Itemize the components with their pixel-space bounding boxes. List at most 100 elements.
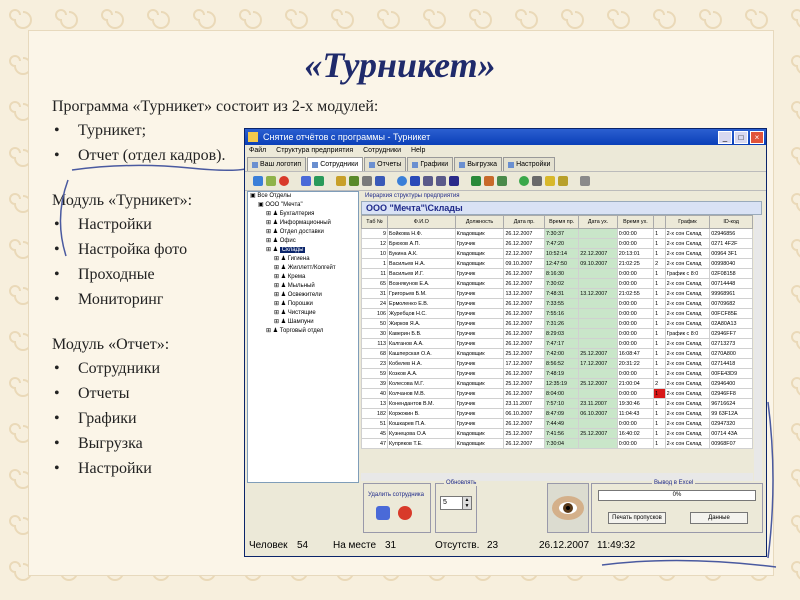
tab-export[interactable]: Выгрузка bbox=[454, 157, 503, 171]
maximize-button[interactable]: □ bbox=[734, 131, 748, 144]
refresh-stepper[interactable]: ▲ ▼ bbox=[462, 496, 472, 510]
tab-reports[interactable]: Отчеты bbox=[364, 157, 407, 171]
table-cell: 24 bbox=[361, 298, 388, 309]
tree-node[interactable]: ⊞ ♟ Информационный bbox=[248, 219, 358, 228]
menu-employees[interactable]: Сотрудники bbox=[363, 147, 401, 154]
add-dept-icon[interactable] bbox=[253, 176, 263, 186]
tree-node[interactable]: ▣ Все Отделы bbox=[248, 192, 358, 201]
table-cell: 0271 4F2F bbox=[709, 238, 753, 249]
column-header[interactable]: Время ух. bbox=[616, 215, 655, 229]
table-cell: Кладовщик bbox=[454, 378, 505, 389]
table-row[interactable]: 106 Журебцов Н.С. Грузчик 26.12.2007 7:55:16… bbox=[361, 308, 753, 319]
print-icon[interactable] bbox=[362, 176, 372, 186]
text-icon[interactable] bbox=[423, 176, 433, 186]
tree-node[interactable]: ⊞ ♟ Мыльный bbox=[248, 282, 358, 291]
calc-icon[interactable] bbox=[349, 176, 359, 186]
table-row[interactable]: 40 Колчанов М.В. Грузчик 26.12.2007 8:04:00 0… bbox=[361, 388, 753, 399]
export-icon[interactable] bbox=[484, 176, 494, 186]
table-row[interactable]: 65 Вознякунов Е.А. Кладовщик 26.12.2007 7:30… bbox=[361, 278, 753, 289]
tree-node[interactable]: ⊞ ♟ Жиллетт/Колгейт bbox=[248, 264, 358, 273]
table-row[interactable]: 182 Коржокин В. Грузчик 06.10.2007 8:47:09 06… bbox=[361, 408, 753, 419]
print-passes-button[interactable]: Печать пропусков bbox=[608, 512, 666, 524]
exit-icon[interactable] bbox=[580, 176, 590, 186]
table-row[interactable]: 1 Васильев Н.А. Кладовщик 09.10.2007 12:47:5… bbox=[361, 258, 753, 269]
table-row[interactable]: 31 Григорьев Б.М. Грузчик 13.12.2007 7:48:31… bbox=[361, 288, 753, 299]
table-cell: 2-х сон Склад bbox=[664, 288, 711, 299]
table-cell: Козков А.А. bbox=[386, 368, 456, 379]
table-row[interactable]: 9 Бойкова Н.Ф. Кладовщик 26.12.2007 7:30:37 0… bbox=[361, 228, 753, 239]
table-row[interactable]: 12 Брюхов А.П. Грузчик 26.12.2007 7:47:20 0:0… bbox=[361, 238, 753, 249]
table-row[interactable]: 24 Ермоленко Е.В. Грузчик 26.12.2007 7:33:55… bbox=[361, 298, 753, 309]
table-cell: 02713273 bbox=[709, 338, 753, 349]
tree-node[interactable]: ⊞ ♟ Гигиена bbox=[248, 255, 358, 264]
column-header[interactable]: Дата пр. bbox=[503, 215, 545, 229]
close-button[interactable]: × bbox=[750, 131, 764, 144]
column-header[interactable]: ID-код bbox=[709, 215, 753, 229]
table-row[interactable]: 30 Каверин Б.В. Грузчик 26.12.2007 8:29:03 0:… bbox=[361, 328, 753, 339]
employees-table[interactable]: Таб № Ф.И.О Должность Дата пр. Время пр. Дата… bbox=[361, 215, 753, 449]
tree-node[interactable]: ⊞ ♟ Офис bbox=[248, 237, 358, 246]
column-header[interactable] bbox=[653, 215, 666, 229]
vertical-scrollbar[interactable] bbox=[754, 215, 762, 481]
tree-node[interactable]: ▣ ООО "Мечта" bbox=[248, 201, 358, 210]
id-icon[interactable] bbox=[449, 176, 459, 186]
table-row[interactable]: 59 Козков А.А. Грузчик 26.12.2007 7:48:19 0:0… bbox=[361, 368, 753, 379]
table-cell: 0:00:00 bbox=[616, 368, 655, 379]
column-header[interactable]: Дата ух. bbox=[578, 215, 618, 229]
excel-icon[interactable] bbox=[471, 176, 481, 186]
table-row[interactable]: 50 Жирков Я.А. Грузчик 26.12.2007 7:31:26 0:0… bbox=[361, 318, 753, 329]
delete-employee-button[interactable]: Удалить сотрудника bbox=[368, 490, 424, 500]
tree-node[interactable]: ⊞ ♟ Шампуни bbox=[248, 318, 358, 327]
refresh-interval-input[interactable]: 5 bbox=[440, 496, 464, 510]
column-header[interactable]: Ф.И.О bbox=[386, 215, 456, 229]
tab-settings[interactable]: Настройки bbox=[503, 157, 556, 171]
table-row[interactable]: 68 Кашперская О.А. Кладовщик 25.12.2007 7:42… bbox=[361, 348, 753, 359]
table-row[interactable]: 13 Конендантов В.М. Грузчик 23.11.2007 7:57:… bbox=[361, 398, 753, 409]
table-cell: 1 bbox=[653, 398, 666, 409]
tab-logo[interactable]: Ваш логотип bbox=[247, 157, 307, 171]
table-row[interactable]: 23 Кобелев Н.А. Грузчик 17.12.2007 8:56:52 17… bbox=[361, 358, 753, 369]
text2-icon[interactable] bbox=[436, 176, 446, 186]
users-icon[interactable] bbox=[314, 176, 324, 186]
delete-dept-icon[interactable] bbox=[279, 176, 289, 186]
find-icon[interactable] bbox=[497, 176, 507, 186]
ok-icon[interactable] bbox=[397, 176, 407, 186]
menu-file[interactable]: Файл bbox=[249, 147, 266, 154]
column-header[interactable]: График bbox=[664, 215, 711, 229]
menu-structure[interactable]: Структура предприятия bbox=[276, 147, 353, 154]
filter-icon[interactable] bbox=[410, 176, 420, 186]
help-icon[interactable] bbox=[545, 176, 555, 186]
menu-help[interactable]: Help bbox=[411, 147, 425, 154]
tree-node[interactable]: ⊞ ♟ Чистящие bbox=[248, 309, 358, 318]
table-row[interactable]: 10 Букина А.К. Кладовщик 22.12.2007 10:52:14… bbox=[361, 248, 753, 259]
key-icon[interactable] bbox=[558, 176, 568, 186]
tree-node[interactable]: ⊞ ♟ Освежители bbox=[248, 291, 358, 300]
folder-icon: ⊞ ♟ bbox=[266, 229, 280, 235]
add-user-icon[interactable] bbox=[301, 176, 311, 186]
settings-icon[interactable] bbox=[532, 176, 542, 186]
table-row[interactable]: 47 Купряков Т.Е. Кладовщик 26.12.2007 7:30:0… bbox=[361, 438, 753, 449]
tree-node[interactable]: ⊞ ♟ Порошки bbox=[248, 300, 358, 309]
column-header[interactable]: Время пр. bbox=[543, 215, 580, 229]
table-row[interactable]: 113 Калганов А.А. Грузчик 26.12.2007 7:47:17… bbox=[361, 338, 753, 349]
tab-schedules[interactable]: Графики bbox=[407, 157, 454, 171]
tree-node[interactable]: ⊞ ♟ Отдел доставки bbox=[248, 228, 358, 237]
edit-dept-icon[interactable] bbox=[266, 176, 276, 186]
grid-icon[interactable] bbox=[375, 176, 385, 186]
report-icon[interactable] bbox=[336, 176, 346, 186]
minimize-button[interactable]: _ bbox=[718, 131, 732, 144]
department-tree[interactable]: ▣ Все Отделы ▣ ООО "Мечта" ⊞ ♟ Бухгалтерия… bbox=[247, 191, 359, 483]
column-header[interactable]: Должность bbox=[454, 215, 505, 229]
refresh-icon[interactable] bbox=[519, 176, 529, 186]
column-header[interactable]: Таб № bbox=[361, 215, 388, 229]
tab-employees[interactable]: Сотрудники bbox=[307, 157, 364, 171]
data-button[interactable]: Данные bbox=[690, 512, 748, 524]
tree-node[interactable]: ⊞ ♟ Склады bbox=[248, 246, 358, 255]
tree-node[interactable]: ⊞ ♟ Торговый отдел bbox=[248, 327, 358, 336]
table-row[interactable]: 39 Колесова М.Г. Кладовщик 25.12.2007 12:35:… bbox=[361, 378, 753, 389]
table-row[interactable]: 11 Васильев И.Г. Грузчик 26.12.2007 8:16:30 0… bbox=[361, 268, 753, 279]
tree-node[interactable]: ⊞ ♟ Бухгалтерия bbox=[248, 210, 358, 219]
tree-node[interactable]: ⊞ ♟ Крема bbox=[248, 273, 358, 282]
table-row[interactable]: 51 Кошкарев П.А. Грузчик 26.12.2007 7:44:49 0… bbox=[361, 418, 753, 429]
table-row[interactable]: 45 Кузнецова О.А Кладовщик 25.12.2007 7:41:5… bbox=[361, 428, 753, 439]
